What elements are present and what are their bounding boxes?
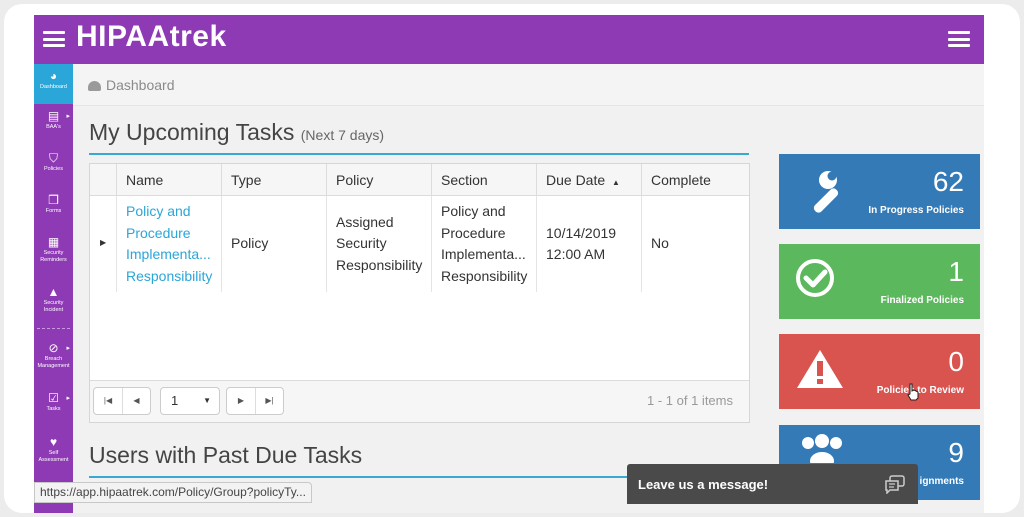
users-icon: [802, 434, 842, 463]
chat-bubble-icon: [885, 475, 905, 494]
hand-cursor-icon: [907, 383, 919, 401]
upcoming-tasks-subtitle: (Next 7 days): [300, 127, 385, 143]
menu-toggle-icon[interactable]: [43, 31, 65, 47]
prev-page-icon[interactable]: ◀: [122, 388, 150, 414]
chevron-down-icon: ▼: [203, 396, 211, 405]
heartbeat-icon: ♥: [49, 435, 58, 449]
app-window: HIPAAtrek ◕ Dashboard ▤ ▸ BAA's ⛉ Polici…: [34, 15, 984, 513]
sidebar-item-dashboard[interactable]: ◕ Dashboard: [34, 64, 73, 104]
sidebar-item-self-assessment[interactable]: ♥ Self Assessment: [34, 434, 73, 476]
chevron-right-icon: ▸: [66, 113, 70, 120]
chat-label: Leave us a message!: [638, 477, 769, 492]
breadcrumb: Dashboard: [73, 64, 984, 106]
card-label: In Progress Policies: [868, 205, 964, 216]
card-label: Finalized Policies: [880, 295, 964, 306]
page-select[interactable]: 1 ▼: [160, 387, 220, 415]
column-header-complete[interactable]: Complete: [641, 164, 749, 196]
finalized-policies-card[interactable]: 1 Finalized Policies: [779, 244, 980, 319]
pager-next-group: ▶ ▶|: [226, 387, 284, 415]
sidebar-item-security-reminders[interactable]: ▦ Security Reminders: [34, 234, 73, 276]
calendar-icon: ▦: [47, 235, 60, 249]
task-section-cell: Policy and Procedure Implementa... Respo…: [431, 196, 536, 292]
app-logo[interactable]: HIPAAtrek: [76, 20, 227, 54]
task-due-date-cell: 10/14/2019 12:00 AM: [536, 196, 641, 292]
task-type-cell: Policy: [221, 196, 326, 292]
card-label: ignments: [919, 476, 964, 487]
wrench-icon: [813, 171, 839, 213]
chevron-right-icon: ▸: [66, 345, 70, 352]
expand-row-icon[interactable]: ▶: [100, 238, 106, 247]
warning-icon: ▲: [47, 285, 60, 299]
sidebar-item-baas[interactable]: ▤ ▸ BAA's: [34, 108, 73, 144]
column-header-name[interactable]: Name: [116, 164, 221, 196]
warning-icon: [797, 350, 843, 388]
top-navbar: HIPAAtrek: [34, 15, 984, 64]
card-value: 0: [948, 346, 964, 377]
column-header-type[interactable]: Type: [221, 164, 326, 196]
task-name-link[interactable]: Policy and Procedure Implementa... Respo…: [116, 196, 221, 292]
column-header-section[interactable]: Section: [431, 164, 536, 196]
sidebar-item-security-incident[interactable]: ▲ Security Incident: [34, 284, 73, 326]
policies-to-review-card[interactable]: 0 Policies to Review: [779, 334, 980, 409]
check-circle-icon: [796, 259, 834, 297]
pager-prev-group: |◀ ◀: [93, 387, 151, 415]
past-due-title: Users with Past Due Tasks: [89, 442, 363, 468]
sidebar-item-breach-management[interactable]: ⊘ ▸ Breach Management: [34, 340, 73, 382]
breadcrumb-label[interactable]: Dashboard: [106, 77, 175, 93]
task-complete-cell: No: [641, 196, 749, 292]
card-value: 9: [948, 437, 964, 468]
grid-header: Name Type Policy Section Due Date ▲ Comp…: [90, 164, 749, 196]
shield-icon: ⛉: [48, 151, 58, 165]
sidebar: ◕ Dashboard ▤ ▸ BAA's ⛉ Policies ❒ Forms…: [34, 64, 73, 513]
card-label: Policies to Review: [876, 385, 964, 396]
card-value: 62: [932, 166, 964, 197]
first-page-icon[interactable]: |◀: [94, 388, 122, 414]
upcoming-tasks-title: My Upcoming Tasks (Next 7 days): [89, 119, 385, 145]
in-progress-policies-card[interactable]: 62 In Progress Policies: [779, 154, 980, 229]
browser-frame: HIPAAtrek ◕ Dashboard ▤ ▸ BAA's ⛉ Polici…: [4, 4, 1020, 513]
column-header-due-date[interactable]: Due Date ▲: [536, 164, 641, 196]
sidebar-item-policies[interactable]: ⛉ Policies: [34, 150, 73, 186]
chevron-right-icon: ▸: [66, 395, 70, 402]
section-divider: [89, 153, 749, 155]
table-row[interactable]: ▶ Policy and Procedure Implementa... Res…: [90, 196, 749, 292]
last-page-icon[interactable]: ▶|: [255, 388, 283, 414]
chat-widget[interactable]: Leave us a message!: [627, 464, 918, 504]
grid-pager: |◀ ◀ 1 ▼ ▶ ▶| 1 - 1 of 1 items: [90, 380, 749, 422]
card-value: 1: [948, 256, 964, 287]
sort-asc-icon: ▲: [612, 178, 620, 187]
next-page-icon[interactable]: ▶: [227, 388, 255, 414]
user-menu-icon[interactable]: [948, 31, 970, 47]
column-header-policy[interactable]: Policy: [326, 164, 431, 196]
sidebar-divider: [37, 328, 70, 329]
dashboard-icon: ◕: [49, 69, 58, 83]
sidebar-item-tasks[interactable]: ☑ ▸ Tasks: [34, 390, 73, 426]
pager-info: 1 - 1 of 1 items: [647, 393, 733, 408]
upcoming-tasks-grid: Name Type Policy Section Due Date ▲ Comp…: [89, 163, 750, 423]
status-bar-url: https://app.hipaatrek.com/Policy/Group?p…: [34, 482, 312, 503]
task-policy-cell: Assigned Security Responsibility: [326, 196, 431, 292]
dashboard-icon: [88, 81, 101, 91]
forms-icon: ❒: [48, 193, 59, 207]
sidebar-item-forms[interactable]: ❒ Forms: [34, 192, 73, 228]
